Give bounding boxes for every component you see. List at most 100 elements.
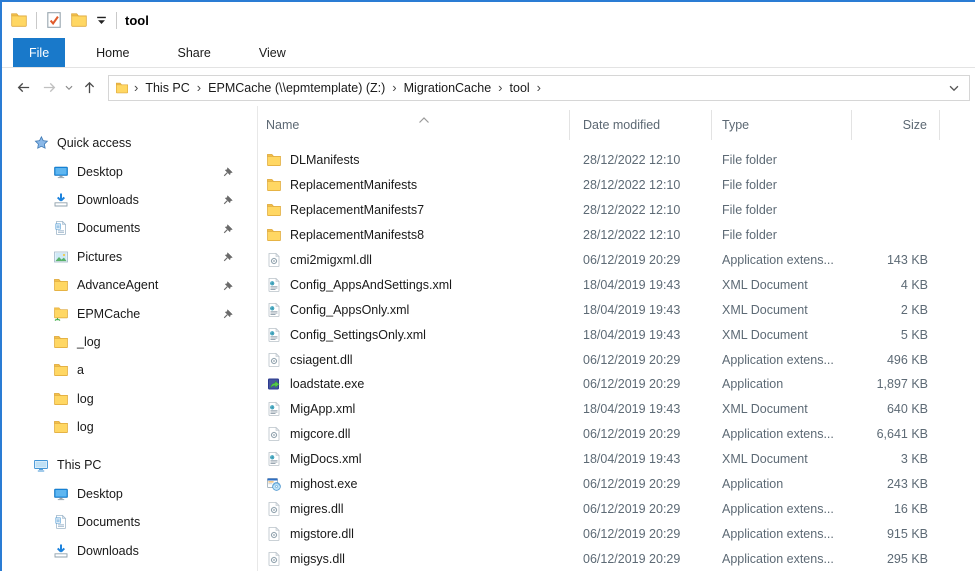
table-row[interactable]: migstore.dll 06/12/2019 20:29 Application …: [258, 521, 975, 546]
sidebar-item-documents[interactable]: Documents: [2, 214, 257, 242]
file-name-cell: migsys.dll: [258, 551, 570, 567]
tab-share[interactable]: Share: [161, 38, 228, 67]
table-row[interactable]: csiagent.dll 06/12/2019 20:29 Application …: [258, 347, 975, 372]
sidebar-item-downloads[interactable]: Downloads: [2, 186, 257, 214]
table-row[interactable]: Config_AppsOnly.xml 18/04/2019 19:43 XML D…: [258, 297, 975, 322]
folder-icon: [266, 177, 282, 193]
sidebar-item-log[interactable]: log: [2, 385, 257, 413]
table-row[interactable]: DLManifests 28/12/2022 12:10 File folder: [258, 148, 975, 173]
file-name: migcore.dll: [290, 427, 351, 442]
desktop-icon: [53, 164, 69, 180]
downloads-icon: [53, 543, 69, 559]
address-dropdown-icon[interactable]: [947, 81, 961, 95]
size-cell: 496 KB: [886, 352, 928, 367]
file-list: DLManifests 28/12/2022 12:10 File folder Re…: [258, 148, 975, 571]
table-row[interactable]: MigApp.xml 18/04/2019 19:43 XML Document 64…: [258, 397, 975, 422]
breadcrumb-item-migrationcache[interactable]: MigrationCache: [401, 81, 495, 95]
sidebar-item-advanceagent[interactable]: AdvanceAgent: [2, 271, 257, 299]
table-row[interactable]: Config_AppsAndSettings.xml 18/04/2019 19:…: [258, 272, 975, 297]
navigation-pane: Quick access Desktop Downloads Documents Pic…: [2, 106, 258, 571]
folder-icon: [53, 334, 69, 350]
table-row[interactable]: migcore.dll 06/12/2019 20:29 Application e…: [258, 422, 975, 447]
table-row[interactable]: ReplacementManifests8 28/12/2022 12:10 Fil…: [258, 223, 975, 248]
exe-mighost-icon: [266, 476, 282, 492]
sidebar-item-music[interactable]: Music: [2, 565, 257, 571]
sidebar-item-log[interactable]: log: [2, 413, 257, 441]
address-bar[interactable]: › This PC › EPMCache (\\epmtemplate) (Z:) › M…: [108, 74, 970, 101]
table-row[interactable]: migres.dll 06/12/2019 20:29 Application ex…: [258, 496, 975, 521]
column-header-date-modified[interactable]: Date modified: [570, 110, 712, 140]
folder-icon: [53, 277, 69, 293]
sidebar-item-pictures[interactable]: Pictures: [2, 243, 257, 271]
table-row[interactable]: loadstate.exe 06/12/2019 20:29 Application…: [258, 372, 975, 397]
size-cell: 4 KB: [900, 277, 928, 292]
sidebar-item-quick-access[interactable]: Quick access: [2, 129, 257, 157]
tab-file[interactable]: File: [13, 38, 66, 67]
checkbox-icon[interactable]: [45, 11, 63, 29]
breadcrumb-item-tool[interactable]: tool: [507, 81, 533, 95]
sidebar-item-label: Documents: [77, 221, 141, 236]
size-cell: 3 KB: [900, 452, 928, 467]
pin-icon: [223, 308, 234, 319]
recent-locations-icon[interactable]: [62, 75, 76, 101]
breadcrumb-item-epmcache-epmtemplate-z[interactable]: EPMCache (\\epmtemplate) (Z:): [205, 81, 388, 95]
dll-icon: [266, 426, 282, 442]
sidebar-item-this-pc[interactable]: This PC: [2, 451, 257, 479]
title-bar: tool: [2, 2, 975, 38]
file-name: ReplacementManifests7: [290, 203, 425, 218]
column-header-size[interactable]: Size: [852, 110, 940, 140]
size-cell: 295 KB: [886, 551, 928, 566]
size-cell: 915 KB: [886, 526, 928, 541]
sidebar-item-desktop[interactable]: Desktop: [2, 480, 257, 508]
sidebar-item-desktop[interactable]: Desktop: [2, 157, 257, 185]
type-cell: File folder: [722, 178, 777, 193]
sidebar-item-label: Quick access: [57, 136, 132, 151]
file-name-cell: MigApp.xml: [258, 401, 570, 417]
column-header-type[interactable]: Type: [712, 110, 852, 140]
file-name-cell: Config_AppsOnly.xml: [258, 302, 570, 318]
table-row[interactable]: migsys.dll 06/12/2019 20:29 Application ex…: [258, 546, 975, 571]
sidebar-item-epmcache[interactable]: EPMCache: [2, 299, 257, 327]
table-row[interactable]: mighost.exe 06/12/2019 20:29 Application 24…: [258, 472, 975, 497]
titlebar-separator: [36, 11, 37, 29]
table-row[interactable]: MigDocs.xml 18/04/2019 19:43 XML Document 3…: [258, 447, 975, 472]
breadcrumb-item-this-pc[interactable]: This PC: [142, 81, 192, 95]
date-modified-cell: 06/12/2019 20:29: [583, 551, 681, 566]
sidebar-item-label: log: [77, 391, 94, 406]
up-arrow-icon[interactable]: [76, 75, 102, 101]
table-row[interactable]: ReplacementManifests 28/12/2022 12:10 File…: [258, 173, 975, 198]
xml-icon: [266, 302, 282, 318]
file-name-cell: csiagent.dll: [258, 352, 570, 368]
documents-icon: [53, 514, 69, 530]
sidebar-item-downloads[interactable]: Downloads: [2, 536, 257, 564]
type-cell: XML Document: [722, 327, 808, 342]
file-name: cmi2migxml.dll: [290, 253, 372, 267]
tab-home[interactable]: Home: [79, 38, 146, 67]
table-row[interactable]: cmi2migxml.dll 06/12/2019 20:29 Applicatio…: [258, 248, 975, 273]
forward-arrow-icon[interactable]: [36, 75, 62, 101]
file-name: migsys.dll: [290, 551, 345, 566]
type-cell: Application: [722, 477, 784, 492]
sidebar-item-documents[interactable]: Documents: [2, 508, 257, 536]
pin-icon: [223, 166, 234, 177]
date-modified-cell: 28/12/2022 12:10: [583, 228, 681, 243]
breadcrumb-separator-icon: ›: [196, 80, 202, 95]
desktop-icon: [53, 486, 69, 502]
file-name-cell: ReplacementManifests8: [258, 227, 570, 243]
table-row[interactable]: Config_SettingsOnly.xml 18/04/2019 19:43 X…: [258, 322, 975, 347]
date-modified-cell: 18/04/2019 19:43: [583, 402, 681, 417]
tab-view[interactable]: View: [242, 38, 303, 67]
type-cell: Application extens...: [722, 501, 834, 516]
quick-access-star-icon: [33, 135, 49, 151]
column-header-name[interactable]: Name: [258, 110, 570, 140]
folder-icon[interactable]: [70, 11, 88, 29]
table-row[interactable]: ReplacementManifests7 28/12/2022 12:10 Fil…: [258, 198, 975, 223]
file-name: csiagent.dll: [290, 352, 353, 367]
qat-dropdown-icon[interactable]: [95, 14, 108, 27]
sidebar-item-a[interactable]: a: [2, 356, 257, 384]
sidebar-item-label: AdvanceAgent: [77, 278, 159, 293]
size-cell: 16 KB: [893, 501, 928, 516]
pin-icon: [223, 280, 234, 291]
back-arrow-icon[interactable]: [10, 75, 36, 101]
sidebar-item-log[interactable]: _log: [2, 328, 257, 356]
